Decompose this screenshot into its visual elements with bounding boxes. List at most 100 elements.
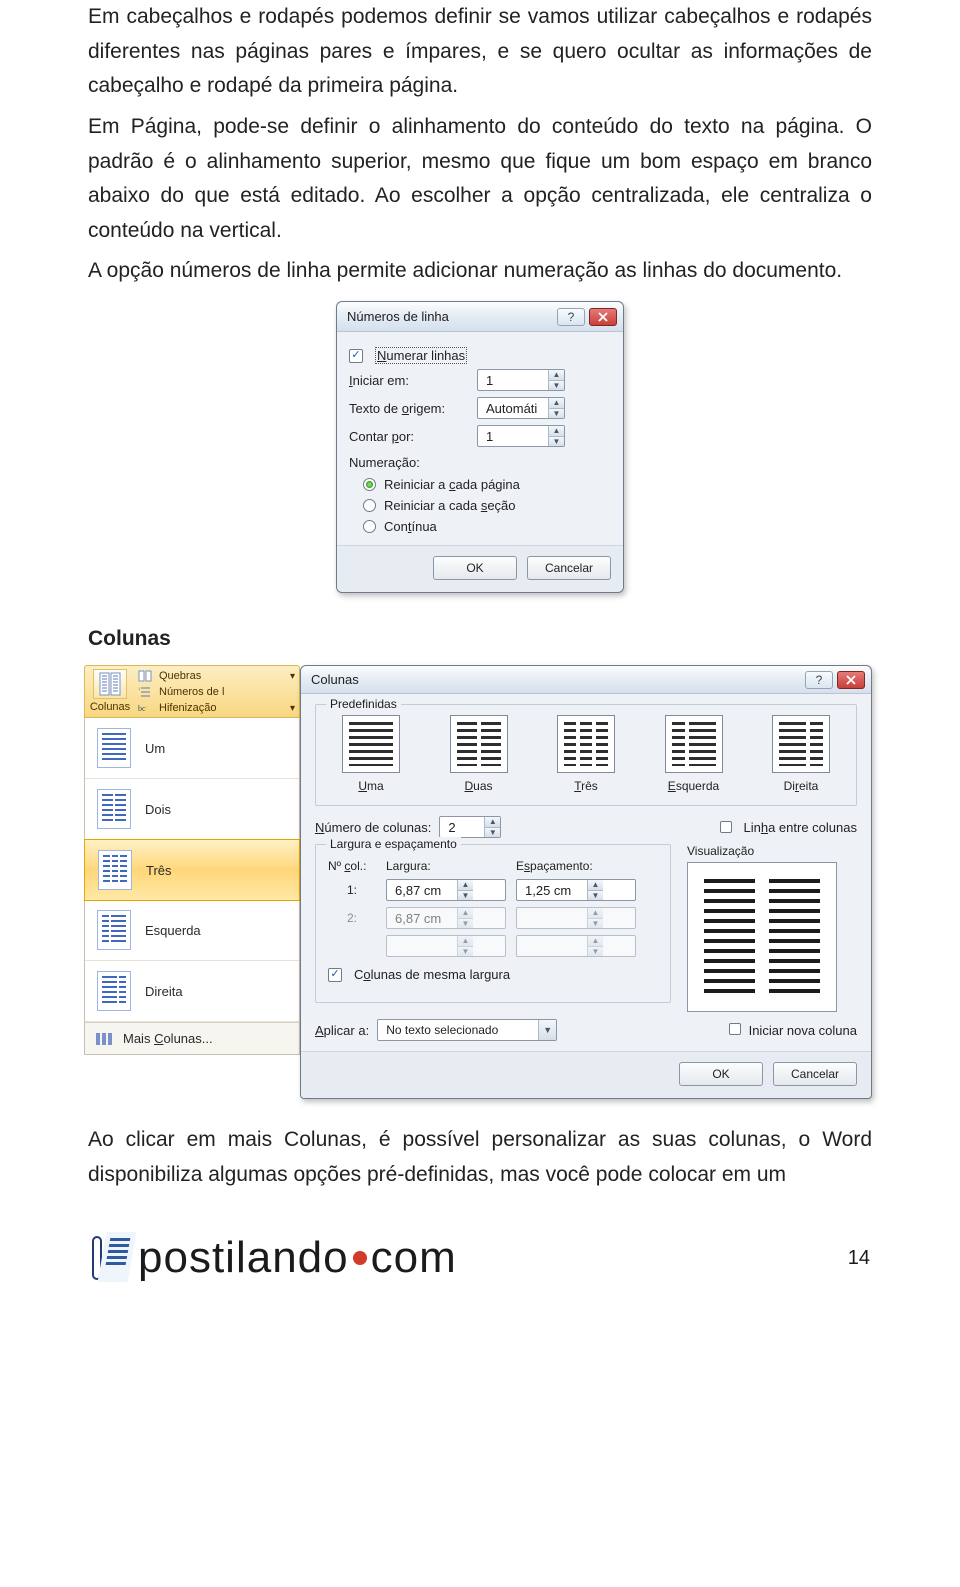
paragraph-1: Em cabeçalhos e rodapés podemos definir … bbox=[88, 0, 872, 104]
contar-por-input[interactable]: 1 ▲▼ bbox=[477, 425, 565, 447]
radio-reiniciar-pagina[interactable]: Reiniciar a cada página bbox=[349, 474, 611, 495]
col-num-header: Nº col.: bbox=[328, 859, 376, 873]
close-icon bbox=[846, 675, 856, 685]
iniciar-em-label: Iniciar em: bbox=[349, 373, 469, 388]
dialog-titlebar: Números de linha ? bbox=[337, 302, 623, 332]
numerar-linhas-checkbox[interactable] bbox=[349, 349, 363, 363]
equal-width-row[interactable]: Colunas de mesma largura bbox=[328, 967, 658, 982]
spin-up-icon[interactable]: ▲ bbox=[485, 817, 500, 828]
preset-right-icon bbox=[772, 715, 830, 773]
row1-width-input[interactable]: 6,87 cm▲▼ bbox=[386, 879, 506, 901]
line-numbers-dialog: Números de linha ? Numerar linhas Inicia… bbox=[336, 301, 624, 593]
row2-width-input: 6,87 cm▲▼ bbox=[386, 907, 506, 929]
preset-right[interactable]: Direita bbox=[758, 715, 844, 793]
apply-to-label: Aplicar a: bbox=[315, 1023, 369, 1038]
cancel-button[interactable]: Cancelar bbox=[527, 556, 611, 580]
spin-down-icon[interactable]: ▼ bbox=[549, 409, 564, 419]
start-new-column-row: Iniciar nova coluna bbox=[729, 1023, 857, 1038]
columns-right-icon bbox=[97, 971, 131, 1011]
num-columns-input[interactable]: 2 ▲▼ bbox=[439, 816, 501, 838]
preset-one[interactable]: Uma bbox=[328, 715, 414, 793]
preset-two-icon bbox=[450, 715, 508, 773]
num-columns-label: Número de colunas: bbox=[315, 820, 431, 835]
spin-up-icon[interactable]: ▲ bbox=[549, 398, 564, 409]
ribbon-breaks-menu[interactable]: Quebras ▾ bbox=[137, 669, 295, 683]
row1-spacing-input[interactable]: 1,25 cm▲▼ bbox=[516, 879, 636, 901]
radio-continua[interactable]: Contínua bbox=[349, 516, 611, 537]
columns-icon bbox=[93, 669, 127, 699]
ribbon-line-numbers-menu[interactable]: 1 Números de l bbox=[137, 685, 295, 699]
row1-num: 1: bbox=[328, 883, 376, 897]
width-spacing-legend: Largura e espaçamento bbox=[326, 837, 461, 851]
preset-three-icon bbox=[557, 715, 615, 773]
equal-width-checkbox[interactable] bbox=[328, 968, 342, 982]
spin-down-icon[interactable]: ▼ bbox=[549, 381, 564, 391]
columns-three-icon bbox=[98, 850, 132, 890]
columns-one-icon bbox=[97, 728, 131, 768]
texto-origem-input[interactable]: Automáti ▲▼ bbox=[477, 397, 565, 419]
gallery-item-one[interactable]: Um bbox=[85, 718, 299, 779]
gallery-item-left[interactable]: Esquerda bbox=[85, 900, 299, 961]
close-button[interactable] bbox=[837, 671, 865, 689]
cancel-button[interactable]: Cancelar bbox=[773, 1062, 857, 1086]
gallery-more-columns[interactable]: Mais Colunas... bbox=[85, 1022, 299, 1054]
close-button[interactable] bbox=[589, 308, 617, 326]
start-new-column-checkbox bbox=[729, 1023, 741, 1035]
brand-text-2: com bbox=[371, 1233, 457, 1283]
preview-label: Visualização bbox=[687, 844, 857, 858]
columns-dialog: Colunas ? Predefinidas Uma bbox=[300, 665, 872, 1099]
paragraph-3: A opção números de linha permite adicion… bbox=[88, 254, 872, 289]
preset-one-icon bbox=[342, 715, 400, 773]
dialog-title: Números de linha bbox=[347, 309, 449, 324]
more-columns-icon bbox=[95, 1032, 113, 1046]
svg-text:-: - bbox=[146, 703, 148, 708]
line-between-row[interactable]: Linha entre colunas bbox=[720, 820, 858, 835]
preset-three[interactable]: Três bbox=[543, 715, 629, 793]
line-numbers-icon: 1 bbox=[137, 685, 153, 699]
gallery-item-two[interactable]: Dois bbox=[85, 779, 299, 840]
preview-box bbox=[687, 862, 837, 1012]
dialog-title: Colunas bbox=[311, 672, 359, 687]
preset-left[interactable]: Esquerda bbox=[651, 715, 737, 793]
line-between-checkbox[interactable] bbox=[720, 821, 732, 833]
help-button[interactable]: ? bbox=[805, 671, 833, 689]
presets-fieldset: Predefinidas Uma Duas Três bbox=[315, 704, 857, 806]
svg-text:1: 1 bbox=[138, 686, 141, 691]
spin-up-icon[interactable]: ▲ bbox=[549, 426, 564, 437]
chevron-down-icon: ▼ bbox=[538, 1020, 556, 1040]
spin-down-icon[interactable]: ▼ bbox=[549, 437, 564, 447]
radio-reiniciar-secao[interactable]: Reiniciar a cada seção bbox=[349, 495, 611, 516]
apply-to-select[interactable]: No texto selecionado ▼ bbox=[377, 1019, 557, 1041]
close-icon bbox=[598, 312, 608, 322]
presets-legend: Predefinidas bbox=[326, 697, 401, 711]
spin-up-icon[interactable]: ▲ bbox=[549, 370, 564, 381]
width-header: Largura: bbox=[386, 859, 506, 873]
hyphenation-icon: bc- bbox=[137, 701, 153, 715]
radio-icon bbox=[363, 478, 376, 491]
ok-button[interactable]: OK bbox=[433, 556, 517, 580]
brand-logo: postilando com bbox=[90, 1232, 457, 1284]
paragraph-2: Em Página, pode-se definir o alinhamento… bbox=[88, 110, 872, 249]
gallery-item-right[interactable]: Direita bbox=[85, 961, 299, 1022]
ok-button[interactable]: OK bbox=[679, 1062, 763, 1086]
page-number: 14 bbox=[848, 1247, 870, 1270]
brand-text-1: postilando bbox=[138, 1233, 349, 1283]
row2-num: 2: bbox=[328, 911, 376, 925]
preset-left-icon bbox=[665, 715, 723, 773]
gallery-item-three[interactable]: Três bbox=[84, 839, 300, 901]
ribbon-columns-button[interactable]: Colunas bbox=[89, 669, 131, 715]
help-button[interactable]: ? bbox=[557, 308, 585, 326]
iniciar-em-input[interactable]: 1 ▲▼ bbox=[477, 369, 565, 391]
svg-text:bc: bc bbox=[138, 704, 146, 713]
breaks-icon bbox=[137, 669, 153, 683]
row2-spacing-input: ▲▼ bbox=[516, 907, 636, 929]
columns-ribbon-gallery: Colunas Quebras ▾ 1 Números de l bbox=[84, 665, 300, 1099]
spin-down-icon[interactable]: ▼ bbox=[485, 828, 500, 838]
dialog-titlebar: Colunas ? bbox=[301, 666, 871, 694]
numerar-linhas-label: Numerar linhas bbox=[375, 348, 467, 363]
preset-two[interactable]: Duas bbox=[436, 715, 522, 793]
ribbon-hyphenation-menu[interactable]: bc- Hifenização ▾ bbox=[137, 701, 295, 715]
numerar-linhas-row[interactable]: Numerar linhas bbox=[349, 348, 611, 363]
columns-two-icon bbox=[97, 789, 131, 829]
row3-width-input: ▲▼ bbox=[386, 935, 506, 957]
